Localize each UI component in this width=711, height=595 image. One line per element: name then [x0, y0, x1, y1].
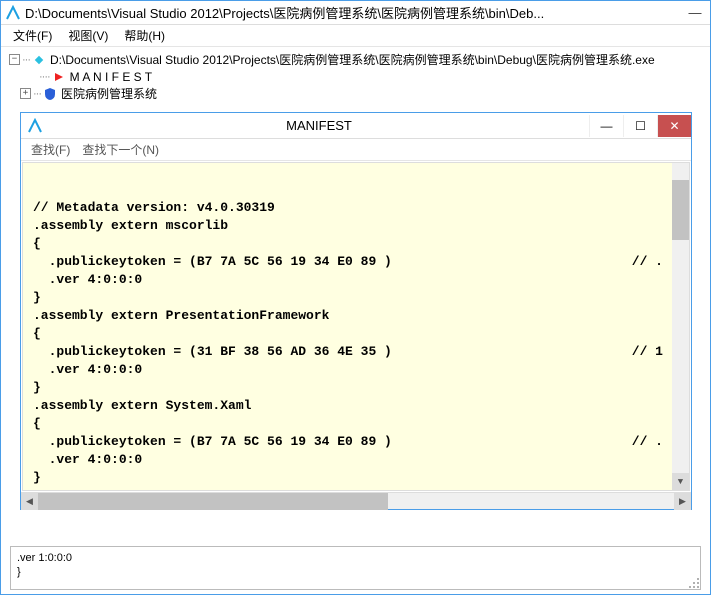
play-icon [52, 70, 66, 84]
tree-module[interactable]: + ··· 医院病例管理系统 [9, 85, 702, 102]
code-line: .ver 4:0:0:0 [33, 361, 679, 379]
tree-connector: ··· [22, 54, 30, 66]
code-line: .ver 4:0:0:0 [33, 451, 679, 469]
child-maximize-button[interactable]: ☐ [623, 115, 657, 137]
menu-file[interactable]: 文件(F) [5, 25, 60, 46]
code-line: { [33, 235, 679, 253]
code-line: { [33, 415, 679, 433]
code-line: .assembly extern mscorlib [33, 217, 679, 235]
shield-icon [43, 87, 57, 101]
child-title-bar[interactable]: MANIFEST — ☐ ✕ [21, 113, 691, 139]
main-title-bar: D:\Documents\Visual Studio 2012\Projects… [1, 1, 710, 25]
child-close-button[interactable]: ✕ [657, 115, 691, 137]
status-line: } [17, 565, 694, 579]
ildasm-icon [27, 118, 43, 134]
code-line: .assembly extern System.Xaml [33, 397, 679, 415]
code-line: } [33, 289, 679, 307]
menu-help[interactable]: 帮助(H) [116, 25, 173, 46]
tree-connector: ··· [33, 88, 41, 100]
scroll-down-icon[interactable]: ▼ [672, 473, 689, 490]
resize-grip-icon[interactable] [686, 575, 700, 589]
tree-manifest-label: M A N I F E S T [70, 70, 152, 84]
scroll-left-icon[interactable]: ◀ [21, 493, 38, 510]
status-line: .ver 1:0:0:0 [17, 551, 694, 565]
menu-find[interactable]: 查找(F) [25, 139, 76, 160]
diamond-icon [32, 53, 46, 67]
horizontal-scrollbar[interactable]: ◀ ▶ [21, 492, 691, 509]
child-menu-bar: 查找(F) 查找下一个(N) [21, 139, 691, 161]
ildasm-icon [5, 5, 21, 21]
code-line: } [33, 379, 679, 397]
menu-view[interactable]: 视图(V) [60, 25, 116, 46]
tree-connector: ···· [39, 71, 50, 83]
main-window-title: D:\Documents\Visual Studio 2012\Projects… [25, 3, 682, 22]
child-window-title: MANIFEST [49, 118, 589, 133]
status-pane: .ver 1:0:0:0 } [10, 546, 701, 590]
collapse-icon[interactable]: − [9, 54, 20, 65]
tree-view: − ··· D:\Documents\Visual Studio 2012\Pr… [1, 47, 710, 103]
manifest-window: MANIFEST — ☐ ✕ 查找(F) 查找下一个(N) // Metadat… [20, 112, 692, 510]
expand-icon[interactable]: + [20, 88, 31, 99]
main-menu-bar: 文件(F) 视图(V) 帮助(H) [1, 25, 710, 47]
scroll-right-icon[interactable]: ▶ [674, 493, 691, 510]
code-line: .assembly extern PresentationFramework [33, 307, 679, 325]
code-line: .publickeytoken = (B7 7A 5C 56 19 34 E0 … [33, 433, 679, 451]
scroll-thumb[interactable] [672, 180, 689, 240]
vertical-scrollbar[interactable]: ▲ ▼ [672, 163, 689, 490]
scroll-thumb[interactable] [38, 493, 388, 510]
child-minimize-button[interactable]: — [589, 115, 623, 137]
code-editor[interactable]: // Metadata version: v4.0.30319.assembly… [22, 162, 690, 491]
code-line: // Metadata version: v4.0.30319 [33, 199, 679, 217]
minimize-button[interactable]: — [684, 4, 706, 22]
code-line: { [33, 325, 679, 343]
code-line: .publickeytoken = (B7 7A 5C 56 19 34 E0 … [33, 253, 679, 271]
code-line: .publickeytoken = (31 BF 38 56 AD 36 4E … [33, 343, 679, 361]
tree-module-label: 医院病例管理系统 [61, 85, 157, 102]
code-line: } [33, 469, 679, 487]
tree-root[interactable]: − ··· D:\Documents\Visual Studio 2012\Pr… [9, 51, 702, 68]
menu-find-next[interactable]: 查找下一个(N) [76, 139, 165, 160]
tree-manifest[interactable]: ···· M A N I F E S T [9, 68, 702, 85]
tree-root-label: D:\Documents\Visual Studio 2012\Projects… [50, 51, 655, 68]
code-line: .ver 4:0:0:0 [33, 271, 679, 289]
